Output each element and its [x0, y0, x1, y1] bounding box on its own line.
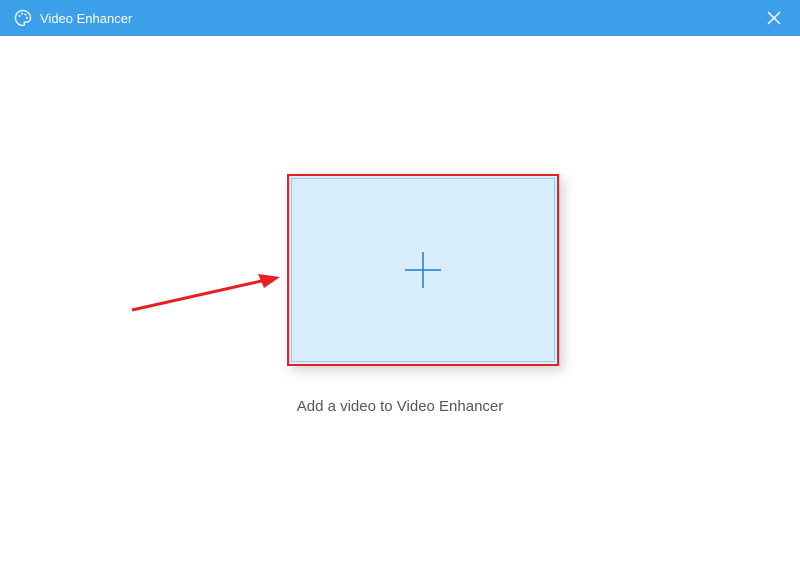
- close-button[interactable]: [762, 6, 786, 30]
- titlebar: Video Enhancer: [0, 0, 800, 36]
- close-icon: [766, 10, 782, 26]
- plus-icon: [399, 246, 447, 294]
- main-content: Add a video to Video Enhancer: [0, 36, 800, 581]
- palette-icon: [14, 9, 32, 27]
- arrow-annotation: [128, 270, 283, 314]
- app-title: Video Enhancer: [40, 11, 132, 26]
- instruction-text: Add a video to Video Enhancer: [0, 398, 800, 415]
- add-video-dropzone[interactable]: [287, 174, 559, 366]
- dropzone-wrapper: [287, 174, 559, 366]
